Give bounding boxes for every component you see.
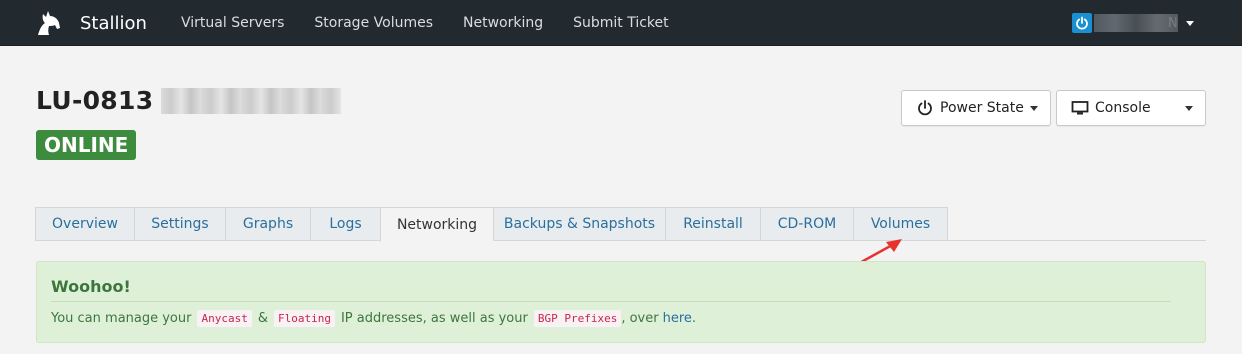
code-bgp-prefixes: BGP Prefixes <box>533 310 622 327</box>
server-title: LU-0813 <box>36 86 342 115</box>
server-tabs: Overview Settings Graphs Logs Networking… <box>35 207 948 242</box>
power-state-label: Power State <box>940 100 1024 116</box>
brand[interactable]: Stallion <box>34 0 147 46</box>
alert-body: You can manage your Anycast & Floating I… <box>51 310 696 327</box>
alert-text: , over <box>621 311 659 326</box>
alert-text: & <box>257 311 268 326</box>
alert-text: You can manage your <box>51 311 192 326</box>
user-menu[interactable]: N <box>1072 12 1194 34</box>
here-link[interactable]: here <box>663 311 692 326</box>
console-button[interactable]: Console <box>1056 90 1206 126</box>
tab-volumes[interactable]: Volumes <box>853 207 948 241</box>
success-alert: Woohoo! You can manage your Anycast & Fl… <box>36 261 1206 343</box>
nav-submit-ticket[interactable]: Submit Ticket <box>558 15 684 31</box>
tab-settings[interactable]: Settings <box>134 207 225 241</box>
horse-logo-icon <box>38 11 60 35</box>
tab-backups-snapshots[interactable]: Backups & Snapshots <box>493 207 665 241</box>
caret-down-icon <box>1185 106 1193 111</box>
nav-storage-volumes[interactable]: Storage Volumes <box>299 15 448 31</box>
alert-text: . <box>691 311 697 326</box>
power-icon <box>918 100 932 116</box>
console-label: Console <box>1095 100 1151 116</box>
alert-heading: Woohoo! <box>51 277 131 296</box>
tab-reinstall[interactable]: Reinstall <box>665 207 760 241</box>
top-navbar: Stallion Virtual Servers Storage Volumes… <box>0 0 1242 46</box>
user-name-redacted <box>1094 14 1178 32</box>
caret-down-icon <box>1030 106 1038 111</box>
tab-graphs[interactable]: Graphs <box>225 207 310 241</box>
tab-cd-rom[interactable]: CD-ROM <box>760 207 853 241</box>
code-floating: Floating <box>273 310 335 327</box>
code-anycast: Anycast <box>197 310 252 327</box>
nav-networking[interactable]: Networking <box>448 15 558 31</box>
alert-divider <box>51 301 1171 302</box>
power-user-icon <box>1072 13 1092 33</box>
server-id-redacted <box>161 87 342 114</box>
power-icon <box>1076 16 1088 30</box>
power-state-button[interactable]: Power State <box>901 90 1051 126</box>
tab-overview[interactable]: Overview <box>35 207 134 241</box>
caret-down-icon <box>1185 20 1194 26</box>
alert-text: IP addresses, as well as your <box>340 311 528 326</box>
tab-networking[interactable]: Networking <box>380 207 493 242</box>
brand-name: Stallion <box>80 12 147 34</box>
status-badge: ONLINE <box>36 130 137 160</box>
monitor-icon <box>1071 101 1089 115</box>
server-title-text: LU-0813 <box>36 86 154 115</box>
tab-logs[interactable]: Logs <box>310 207 380 241</box>
nav-virtual-servers[interactable]: Virtual Servers <box>166 15 299 31</box>
main-nav: Virtual Servers Storage Volumes Networki… <box>166 0 684 46</box>
